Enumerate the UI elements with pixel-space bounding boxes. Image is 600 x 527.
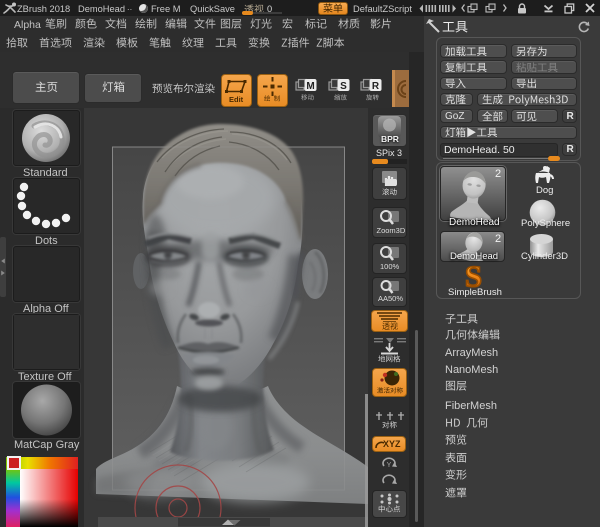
svg-text:R: R [372, 81, 380, 92]
svg-text:S: S [340, 81, 347, 92]
svg-text:M: M [306, 81, 314, 92]
svg-text:S: S [465, 263, 482, 290]
svg-text:Y: Y [387, 462, 392, 469]
